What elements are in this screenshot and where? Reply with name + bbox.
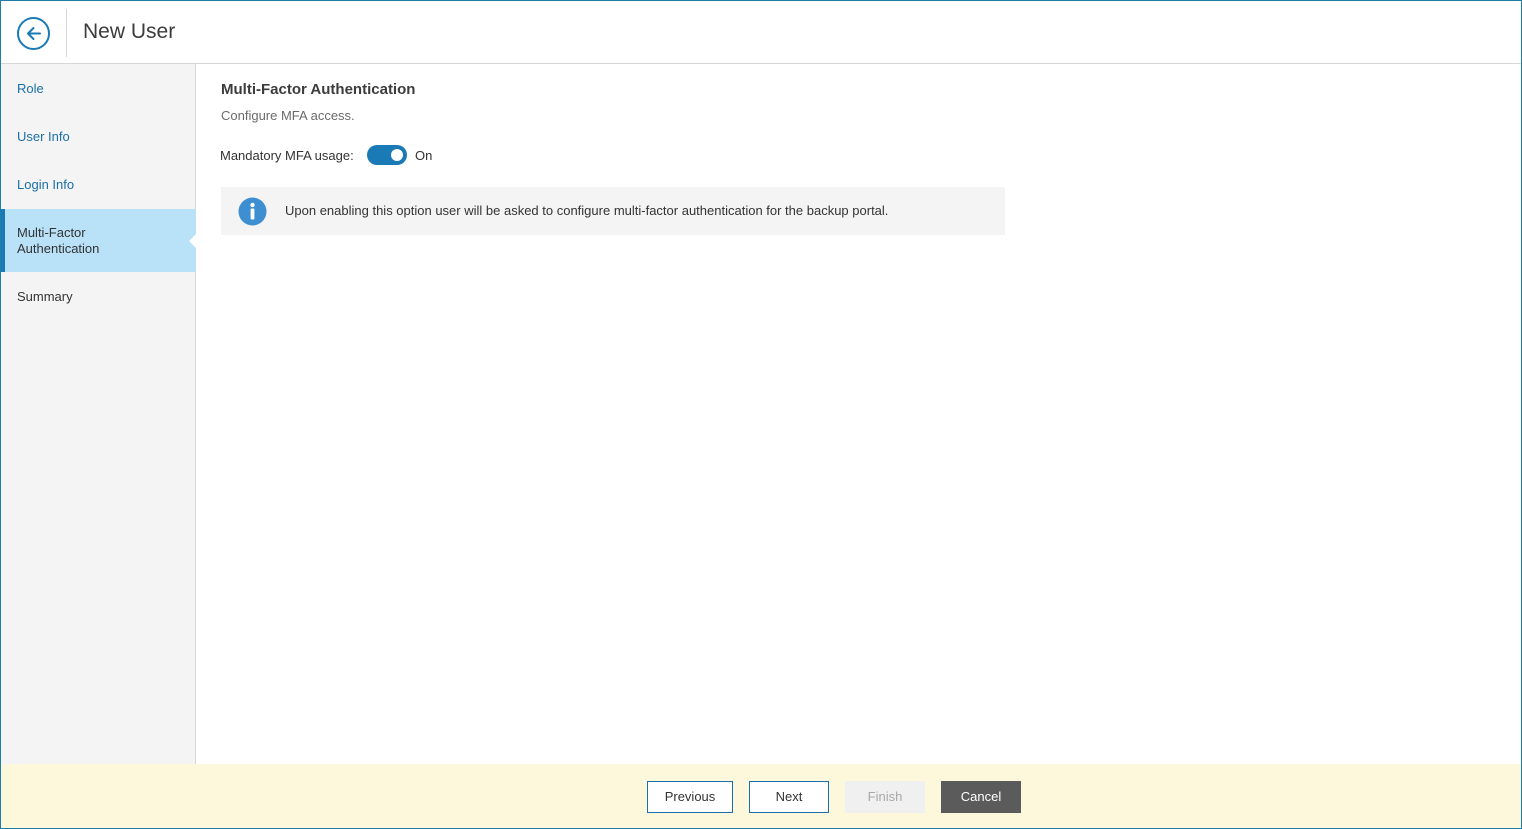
step-summary: Summary	[17, 289, 73, 304]
section-subtitle: Configure MFA access.	[221, 108, 355, 123]
mfa-toggle-label: Mandatory MFA usage:	[220, 148, 354, 163]
arrow-left-icon	[27, 27, 41, 40]
wizard-header: New User	[1, 1, 1521, 64]
wizard-steps-sidebar: Role User Info Login Info Multi-Factor A…	[1, 64, 197, 764]
page-title: New User	[83, 20, 176, 43]
info-icon	[238, 197, 267, 226]
info-message-box: Upon enabling this option user will be a…	[221, 187, 1005, 235]
step-role[interactable]: Role	[1, 81, 196, 96]
toggle-knob	[391, 149, 403, 161]
info-message-text: Upon enabling this option user will be a…	[285, 203, 889, 218]
previous-button[interactable]: Previous	[647, 781, 733, 813]
main-content: Multi-Factor Authentication Configure MF…	[220, 81, 1005, 235]
active-step-pointer	[189, 233, 197, 249]
finish-button: Finish	[845, 781, 925, 813]
step-user-info[interactable]: User Info	[1, 129, 196, 144]
wizard-footer: Previous Next Finish Cancel	[1, 764, 1521, 828]
cancel-button[interactable]: Cancel	[941, 781, 1021, 813]
next-button[interactable]: Next	[749, 781, 829, 813]
new-user-wizard-window: New User Role User Info Login Info Multi…	[0, 0, 1522, 829]
step-mfa-label: Multi-Factor Authentication	[17, 225, 100, 256]
mfa-toggle-state: On	[415, 148, 433, 163]
section-title: Multi-Factor Authentication	[221, 81, 416, 98]
header-divider	[66, 9, 67, 57]
mfa-toggle-switch[interactable]	[367, 145, 407, 165]
mfa-setting-row: Mandatory MFA usage: On	[220, 145, 621, 167]
step-login-info[interactable]: Login Info	[1, 177, 196, 192]
back-button[interactable]	[17, 17, 50, 50]
step-multi-factor-authentication[interactable]: Multi-Factor Authentication	[1, 209, 197, 272]
